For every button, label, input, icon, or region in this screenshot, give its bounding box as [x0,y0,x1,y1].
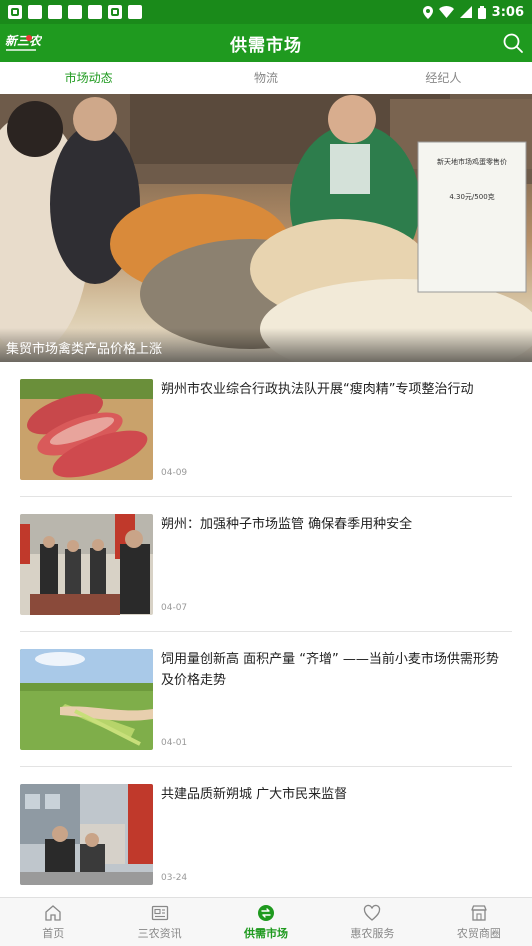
nav-trade[interactable]: 农贸商圈 [426,898,532,946]
banner-carousel[interactable]: 新天地市场鸡蛋零售价 4.30元/500克 集贸市场禽类产品价格上涨 [0,94,532,362]
news-thumbnail-seed-inspection [20,514,153,615]
news-date: 04-01 [161,738,188,748]
page-title: 供需市场 [230,35,302,56]
banner-caption: 集贸市场禽类产品价格上涨 [0,328,532,362]
news-thumbnail-street [20,784,153,885]
heart-icon [364,904,381,921]
tab-logistics[interactable]: 物流 [177,62,354,94]
nav-news[interactable]: 三农资讯 [106,898,212,946]
nav-market[interactable]: 供需市场 [213,898,319,946]
notification-icon [88,5,102,19]
bottom-nav: 首页 三农资讯 供需市场 惠农服务 农贸商圈 [0,897,532,946]
news-title: 饲用量创新高 面积产量 “齐增” ——当前小麦市场供需形势及价格走势 [161,652,499,688]
search-button[interactable] [502,32,524,54]
tab-market-news[interactable]: 市场动态 [0,62,177,94]
market-icon [258,905,275,921]
notification-icon [108,5,122,19]
news-item[interactable]: 朔州：加强种子市场监管 确保春季用种安全 04-07 [20,497,512,632]
news-title: 共建品质新朔城 广大市民来监督 [161,787,348,802]
news-title: 朔州市农业综合行政执法队开展“瘦肉精”专项整治行动 [161,382,474,397]
banner-photo: 新天地市场鸡蛋零售价 4.30元/500克 [0,94,532,362]
wifi-icon [438,6,454,18]
battery-icon [477,5,486,19]
news-item[interactable]: 饲用量创新高 面积产量 “齐增” ——当前小麦市场供需形势及价格走势 04-01 [20,632,512,767]
app-bar: 新三农 供需市场 [0,24,532,62]
tab-brokers[interactable]: 经纪人 [355,62,532,94]
store-icon [471,905,487,921]
tab-bar: 市场动态 物流 经纪人 [0,62,532,94]
notification-icon [28,5,42,19]
nav-trade-label: 农贸商圈 [456,927,501,940]
news-item[interactable]: 朔州市农业综合行政执法队开展“瘦肉精”专项整治行动 04-09 [20,362,512,497]
app-logo: 新三农 [4,30,43,56]
status-time: 3:06 [491,4,524,20]
news-date: 04-09 [161,468,188,478]
location-icon [422,5,433,19]
news-thumbnail-pork [20,379,153,480]
notification-icons [8,5,142,19]
sign-title: 新天地市场鸡蛋零售价 [437,157,507,166]
home-icon [45,905,61,921]
news-item[interactable]: 共建品质新朔城 广大市民来监督 03-24 [20,767,512,902]
sign-price: 4.30元/500克 [449,193,494,201]
signal-icon [459,6,472,18]
notification-icon [68,5,82,19]
news-title: 朔州：加强种子市场监管 确保春季用种安全 [161,517,413,532]
notification-icon [128,5,142,19]
news-date: 04-07 [161,603,188,613]
news-icon [151,905,168,921]
nav-services-label: 惠农服务 [350,927,395,940]
status-bar: 3:06 [0,0,532,24]
svg-text:新三农: 新三农 [5,34,42,48]
nav-market-label: 供需市场 [244,927,289,940]
nav-home-label: 首页 [42,927,65,940]
nav-services[interactable]: 惠农服务 [319,898,425,946]
news-thumbnail-wheat [20,649,153,750]
notification-icon [8,5,22,19]
search-icon [503,33,523,53]
news-date: 03-24 [161,873,188,883]
notification-icon [48,5,62,19]
nav-news-label: 三农资讯 [137,927,182,940]
nav-home[interactable]: 首页 [0,898,106,946]
